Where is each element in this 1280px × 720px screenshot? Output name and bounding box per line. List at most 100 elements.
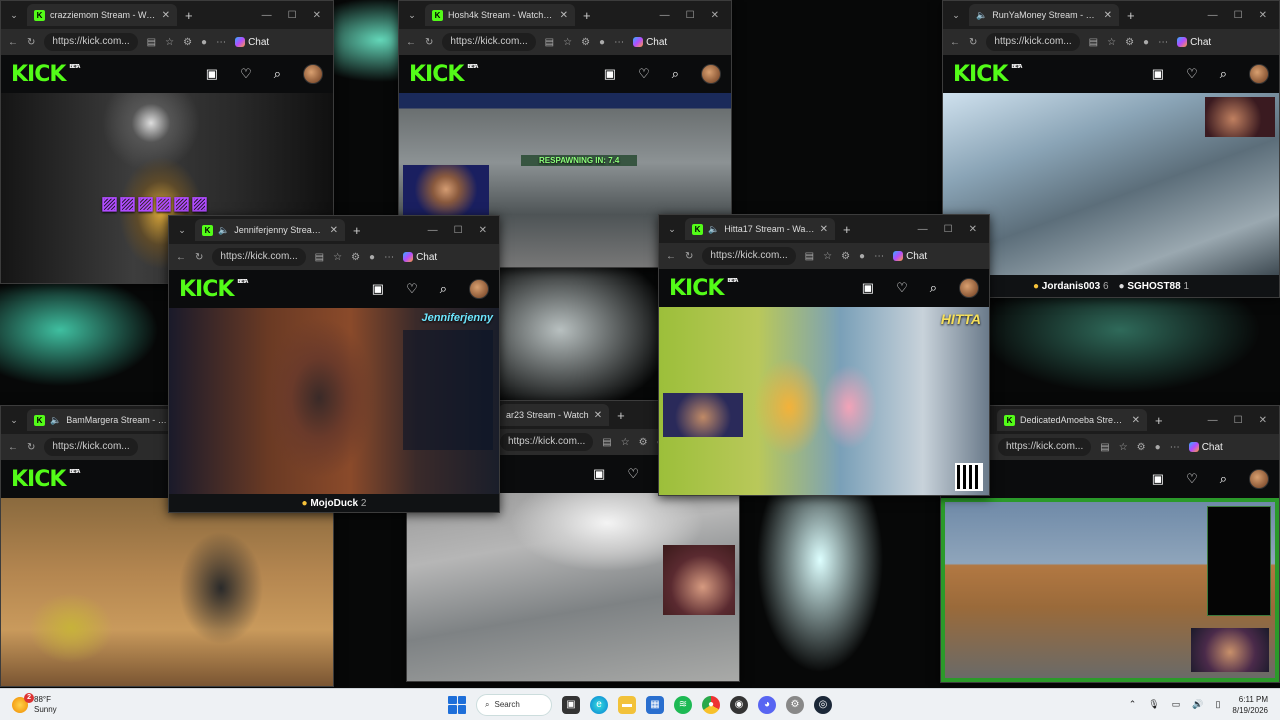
minimize-icon[interactable]: —: [918, 224, 928, 235]
refresh-icon[interactable]: ↻: [425, 37, 433, 48]
tab-list-icon[interactable]: ⌄: [405, 10, 419, 21]
avatar[interactable]: [701, 64, 721, 84]
spotify-icon[interactable]: ≋: [674, 695, 692, 714]
speaker-icon[interactable]: 🔈: [976, 10, 987, 21]
maximize-icon[interactable]: ☐: [454, 225, 463, 236]
url-field[interactable]: https://kick.com...: [998, 438, 1092, 456]
search-icon[interactable]: ⌕: [1220, 471, 1227, 487]
kick-logo[interactable]: KICK BETA: [409, 62, 478, 87]
refresh-icon[interactable]: ↻: [27, 442, 35, 453]
following-heart-icon[interactable]: ♡: [896, 280, 908, 296]
copilot-chat-button[interactable]: Chat: [633, 37, 667, 48]
extensions-icon[interactable]: ⚙: [581, 37, 590, 48]
tab-list-icon[interactable]: ⌄: [949, 10, 963, 21]
tab-list-icon[interactable]: ⌄: [7, 10, 21, 21]
extensions-icon[interactable]: ⚙: [1125, 37, 1134, 48]
viewer-entry[interactable]: ● SGHOST88 1: [1119, 281, 1190, 292]
settings-icon[interactable]: ⚙: [786, 695, 804, 714]
search-box[interactable]: ⌕ Search: [476, 693, 552, 716]
avatar[interactable]: [469, 279, 489, 299]
avatar[interactable]: [959, 278, 979, 298]
avatar[interactable]: [1249, 64, 1269, 84]
favorite-icon[interactable]: ☆: [823, 251, 832, 262]
reader-icon[interactable]: ▤: [805, 251, 814, 262]
browse-icon[interactable]: ▣: [206, 66, 218, 82]
profile-icon[interactable]: ●: [369, 252, 375, 263]
browser-window-runyamoney[interactable]: ⌄ 🔈 RunYaMoney Stream - Watch ✕ + — ☐ ✕ ← …: [942, 0, 1280, 298]
url-field[interactable]: https://kick.com...: [986, 33, 1080, 51]
url-field[interactable]: https://kick.com...: [212, 248, 306, 266]
minimize-icon[interactable]: —: [262, 10, 272, 21]
browse-icon[interactable]: ▣: [1152, 471, 1164, 487]
more-icon[interactable]: ⋯: [384, 252, 394, 263]
favorite-icon[interactable]: ☆: [621, 437, 630, 448]
stream-video[interactable]: [941, 498, 1279, 682]
profile-icon[interactable]: ●: [859, 251, 865, 262]
profile-icon[interactable]: ●: [1143, 37, 1149, 48]
refresh-icon[interactable]: ↻: [685, 251, 693, 262]
favorite-icon[interactable]: ☆: [1107, 37, 1116, 48]
minimize-icon[interactable]: —: [1208, 415, 1218, 426]
maximize-icon[interactable]: ☐: [1234, 10, 1243, 21]
discord-icon[interactable]: ◕: [758, 695, 776, 714]
viewer-entry[interactable]: ● MojoDuck 2: [302, 498, 367, 509]
url-field[interactable]: https://kick.com...: [44, 438, 138, 456]
kick-logo[interactable]: KICK BETA: [953, 62, 1022, 87]
url-field[interactable]: https://kick.com...: [702, 247, 796, 265]
reader-icon[interactable]: ▤: [1089, 37, 1098, 48]
windows-start-icon[interactable]: [448, 695, 466, 714]
copilot-chat-button[interactable]: Chat: [235, 37, 269, 48]
maximize-icon[interactable]: ☐: [944, 224, 953, 235]
battery-icon[interactable]: ▯: [1215, 699, 1220, 710]
browse-icon[interactable]: ▣: [1152, 66, 1164, 82]
refresh-icon[interactable]: ↻: [195, 252, 203, 263]
edge-icon[interactable]: e: [590, 695, 608, 714]
browse-icon[interactable]: ▣: [372, 281, 384, 297]
close-tab-icon[interactable]: ✕: [1132, 415, 1140, 426]
kick-logo[interactable]: KICK BETA: [669, 276, 738, 301]
new-tab-icon[interactable]: +: [583, 8, 591, 23]
close-tab-icon[interactable]: ✕: [594, 410, 602, 421]
file-explorer-icon[interactable]: ▬: [618, 695, 636, 714]
profile-icon[interactable]: ●: [599, 37, 605, 48]
kick-logo[interactable]: KICK BETA: [11, 467, 80, 492]
reader-icon[interactable]: ▤: [147, 37, 156, 48]
browser-app-icon[interactable]: ◉: [730, 695, 748, 714]
following-heart-icon[interactable]: ♡: [1186, 66, 1198, 82]
steam-icon[interactable]: ◎: [814, 695, 832, 714]
kick-logo[interactable]: KICK BETA: [179, 277, 248, 302]
new-tab-icon[interactable]: +: [843, 222, 851, 237]
stream-video[interactable]: Jenniferjenny: [169, 308, 499, 494]
network-icon[interactable]: ▭: [1172, 699, 1181, 710]
maximize-icon[interactable]: ☐: [288, 10, 297, 21]
following-heart-icon[interactable]: ♡: [406, 281, 418, 297]
tab-stream23[interactable]: ar23 Stream - Watch ✕: [499, 404, 610, 426]
extensions-icon[interactable]: ⚙: [1137, 442, 1146, 453]
url-field[interactable]: https://kick.com...: [44, 33, 138, 51]
following-heart-icon[interactable]: ♡: [1186, 471, 1198, 487]
stream-video[interactable]: [407, 493, 739, 681]
back-icon[interactable]: ←: [8, 37, 18, 48]
clock[interactable]: 6:11 PM 8/19/2026: [1232, 694, 1268, 716]
back-icon[interactable]: ←: [8, 442, 18, 453]
close-tab-icon[interactable]: ✕: [820, 224, 828, 235]
following-heart-icon[interactable]: ♡: [627, 466, 639, 482]
weather-widget[interactable]: 2 88°F Sunny: [12, 692, 57, 715]
speaker-icon[interactable]: 🔈: [218, 225, 229, 236]
new-tab-icon[interactable]: +: [185, 8, 193, 23]
favorite-icon[interactable]: ☆: [165, 37, 174, 48]
reader-icon[interactable]: ▤: [545, 37, 554, 48]
tab-bammargera[interactable]: K 🔈 BamMargera Stream - Watch: [27, 409, 177, 431]
browser-window-hitta17[interactable]: ⌄ K 🔈 Hitta17 Stream - Watch Live ✕ + — ☐…: [658, 214, 990, 496]
close-window-icon[interactable]: ✕: [479, 225, 487, 236]
extensions-icon[interactable]: ⚙: [639, 437, 648, 448]
back-icon[interactable]: ←: [406, 37, 416, 48]
maximize-icon[interactable]: ☐: [686, 10, 695, 21]
favorite-icon[interactable]: ☆: [333, 252, 342, 263]
refresh-icon[interactable]: ↻: [969, 37, 977, 48]
extensions-icon[interactable]: ⚙: [841, 251, 850, 262]
close-tab-icon[interactable]: ✕: [560, 10, 568, 21]
new-tab-icon[interactable]: +: [353, 223, 361, 238]
close-window-icon[interactable]: ✕: [1259, 10, 1267, 21]
stream-video[interactable]: [943, 93, 1279, 275]
